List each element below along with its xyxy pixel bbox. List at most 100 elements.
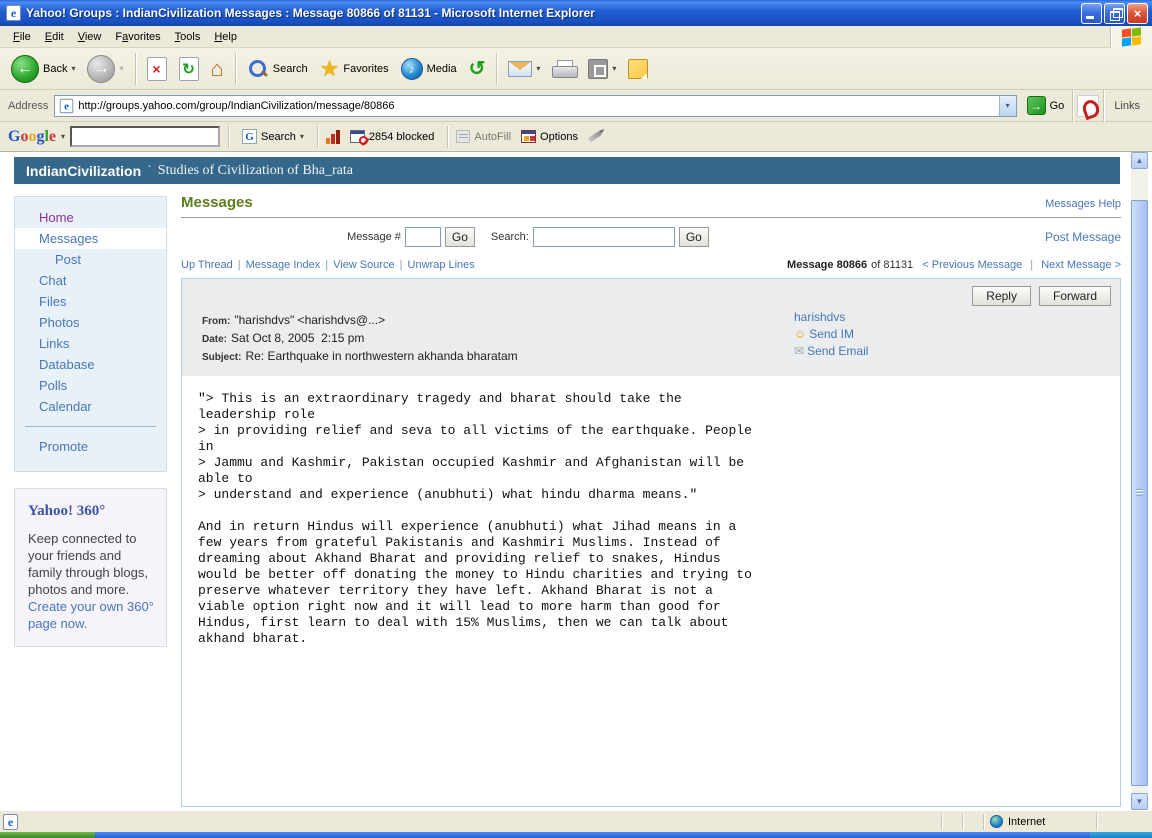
previous-message-link[interactable]: < Previous Message bbox=[922, 259, 1022, 271]
back-button[interactable]: ← Back ▾ bbox=[6, 52, 80, 86]
size-button[interactable]: ▾ bbox=[583, 56, 621, 82]
send-email-link[interactable]: Send Email bbox=[807, 344, 868, 358]
menu-edit[interactable]: Edit bbox=[38, 28, 71, 46]
menu-favorites[interactable]: Favorites bbox=[108, 28, 167, 46]
address-input[interactable] bbox=[78, 100, 998, 112]
sidebar-item-database[interactable]: Database bbox=[15, 354, 166, 375]
print-button[interactable] bbox=[547, 57, 581, 81]
sidebar-item-photos[interactable]: Photos bbox=[15, 312, 166, 333]
sidebar-item-messages[interactable]: Messages bbox=[15, 228, 166, 249]
stop-button[interactable]: × bbox=[142, 54, 172, 84]
toolbar-separator bbox=[496, 53, 497, 85]
google-search-label: Search bbox=[261, 131, 296, 143]
home-button[interactable]: ⌂ bbox=[206, 55, 229, 83]
message-number-go-button[interactable]: Go bbox=[445, 227, 475, 247]
edit-notes-button[interactable] bbox=[623, 56, 653, 82]
security-zone: Internet bbox=[984, 815, 1096, 828]
toolbar-separator bbox=[1103, 90, 1104, 122]
address-dropdown-icon[interactable]: ▾ bbox=[999, 96, 1016, 116]
go-button[interactable]: → Go bbox=[1023, 94, 1069, 117]
sidebar-divider bbox=[25, 426, 156, 427]
search-label: Search bbox=[273, 63, 308, 75]
messages-help-link[interactable]: Messages Help bbox=[1045, 198, 1121, 210]
search-go-button[interactable]: Go bbox=[679, 227, 709, 247]
promo-text: Keep connected to your friends and famil… bbox=[28, 531, 148, 597]
windows-flag-icon bbox=[1122, 28, 1142, 46]
scrollbar-thumb[interactable] bbox=[1131, 200, 1148, 786]
scroll-down-button[interactable]: ▼ bbox=[1131, 793, 1148, 810]
search-icon bbox=[247, 58, 269, 80]
adobe-acrobat-icon[interactable] bbox=[1077, 95, 1099, 117]
nav-separator: | bbox=[238, 259, 241, 271]
sidebar-item-home[interactable]: Home bbox=[15, 207, 166, 228]
size-dropdown-icon[interactable]: ▾ bbox=[612, 64, 616, 73]
post-message-link[interactable]: Post Message bbox=[1045, 230, 1121, 244]
next-message-link[interactable]: Next Message > bbox=[1041, 259, 1121, 271]
favorites-button[interactable]: ★ Favorites bbox=[315, 55, 394, 83]
refresh-button[interactable]: ↻ bbox=[174, 54, 204, 84]
sidebar-item-promote[interactable]: Promote bbox=[15, 436, 166, 457]
google-search-dropdown-icon[interactable]: ▾ bbox=[300, 132, 304, 141]
date-row: Date:Sat Oct 8, 2005 2:15 pm bbox=[202, 330, 518, 348]
popup-blocker-icon bbox=[350, 130, 365, 143]
nav-separator: | bbox=[400, 259, 403, 271]
vertical-scrollbar[interactable]: ▲ ▼ bbox=[1131, 152, 1148, 810]
history-button[interactable]: ↺ bbox=[464, 55, 491, 83]
main-column: Messages Messages Help Message # Go Sear… bbox=[181, 194, 1121, 810]
message-search-input[interactable] bbox=[533, 227, 675, 247]
sidebar-item-post[interactable]: Post bbox=[15, 249, 166, 270]
group-banner: IndianCivilization · Studies of Civiliza… bbox=[14, 157, 1120, 184]
forward-button[interactable]: → ▾ bbox=[82, 52, 128, 86]
toolbar-separator bbox=[228, 126, 229, 148]
media-button[interactable]: ♪ Media bbox=[396, 55, 462, 83]
view-source-link[interactable]: View Source bbox=[333, 259, 395, 271]
menu-view[interactable]: View bbox=[71, 28, 109, 46]
google-search-button[interactable]: G Search ▾ bbox=[237, 126, 309, 147]
google-search-input[interactable] bbox=[70, 126, 220, 147]
menu-tools[interactable]: Tools bbox=[168, 28, 208, 46]
message-number-input[interactable] bbox=[405, 227, 441, 247]
group-name: IndianCivilization bbox=[26, 163, 141, 179]
window-title: Yahoo! Groups : IndianCivilization Messa… bbox=[26, 6, 1081, 20]
media-label: Media bbox=[427, 63, 457, 75]
start-button-sliver[interactable] bbox=[0, 832, 95, 838]
promo-title: Yahoo! 360° bbox=[28, 503, 155, 520]
sidebar-item-polls[interactable]: Polls bbox=[15, 375, 166, 396]
address-field[interactable]: e ▾ bbox=[54, 95, 1016, 117]
up-thread-link[interactable]: Up Thread bbox=[181, 259, 233, 271]
sidebar-item-chat[interactable]: Chat bbox=[15, 270, 166, 291]
menu-file[interactable]: File bbox=[6, 28, 38, 46]
mail-dropdown-icon[interactable]: ▾ bbox=[536, 64, 540, 73]
google-logo[interactable]: Google bbox=[8, 128, 56, 146]
author-profile-link[interactable]: harishdvs bbox=[794, 310, 845, 324]
messages-header: Messages Messages Help bbox=[181, 194, 1121, 218]
pagerank-icon[interactable] bbox=[326, 130, 340, 144]
links-label[interactable]: Links bbox=[1114, 100, 1140, 112]
sidebar-item-files[interactable]: Files bbox=[15, 291, 166, 312]
sidebar-item-calendar[interactable]: Calendar bbox=[15, 396, 166, 417]
send-im-link[interactable]: Send IM bbox=[809, 327, 854, 341]
scroll-up-button[interactable]: ▲ bbox=[1131, 152, 1148, 169]
thread-nav-row: Up Thread|Message Index|View Source|Unwr… bbox=[181, 259, 1121, 274]
google-dropdown-icon[interactable]: ▾ bbox=[61, 132, 65, 141]
reply-button[interactable]: Reply bbox=[972, 286, 1031, 306]
back-dropdown-icon[interactable]: ▾ bbox=[71, 64, 75, 73]
popup-blocker-button[interactable]: 2854 blocked bbox=[345, 127, 439, 146]
options-icon bbox=[521, 130, 536, 143]
forward-button-msg[interactable]: Forward bbox=[1039, 286, 1111, 306]
close-button[interactable]: × bbox=[1127, 3, 1148, 24]
options-button[interactable]: Options bbox=[516, 127, 583, 146]
browser-viewport: IndianCivilization · Studies of Civiliza… bbox=[0, 152, 1152, 810]
mail-button[interactable]: ▾ bbox=[503, 58, 545, 80]
search-button[interactable]: Search bbox=[242, 55, 313, 83]
promo-link[interactable]: Create your own 360° page now. bbox=[28, 599, 154, 631]
unwrap-lines-link[interactable]: Unwrap Lines bbox=[408, 259, 475, 271]
message-index-link[interactable]: Message Index bbox=[246, 259, 321, 271]
highlighter-icon[interactable] bbox=[588, 130, 602, 142]
restore-button[interactable] bbox=[1104, 3, 1125, 24]
forward-dropdown-icon: ▾ bbox=[119, 64, 123, 73]
toolbar-separator bbox=[447, 126, 448, 148]
sidebar-item-links[interactable]: Links bbox=[15, 333, 166, 354]
menu-help[interactable]: Help bbox=[207, 28, 244, 46]
minimize-button[interactable] bbox=[1081, 3, 1102, 24]
